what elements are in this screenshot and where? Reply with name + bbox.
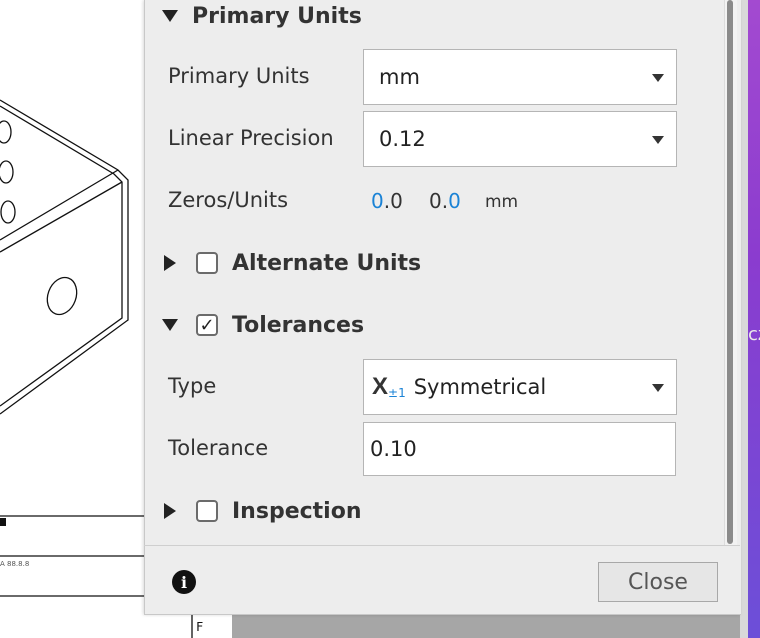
footer-divider [144, 545, 740, 546]
checkmark-icon: ✓ [199, 314, 215, 336]
tolerance-label: Tolerance [168, 436, 269, 460]
expand-triangle-icon[interactable] [162, 10, 178, 22]
close-button[interactable]: Close [598, 562, 718, 602]
units-suffix-toggle[interactable]: mm [485, 192, 518, 212]
symmetrical-tolerance-icon-sub: ±1 [388, 386, 406, 400]
drawing-label-f: F [196, 620, 204, 634]
type-label: Type [168, 374, 217, 398]
section-primary-units[interactable]: Primary Units [162, 2, 362, 30]
linear-precision-value: 0.12 [379, 127, 426, 151]
zeros-units-label: Zeros/Units [168, 188, 289, 212]
linear-precision-select[interactable]: 0.12 [363, 111, 677, 167]
zeros-leading-toggle[interactable]: 0.0 [371, 189, 403, 213]
gray-backdrop [232, 614, 760, 638]
zeros-leading-rest: .0 [383, 189, 403, 213]
zeros-trailing-toggle[interactable]: 0.0 [429, 189, 461, 213]
edge-text: cz [748, 324, 760, 345]
linear-precision-label: Linear Precision [168, 126, 334, 150]
primary-units-select[interactable]: mm [363, 49, 677, 105]
primary-units-value: mm [379, 65, 420, 89]
section-tolerances[interactable]: ✓ Tolerances [162, 310, 364, 340]
tolerance-input[interactable]: 0.10 [363, 422, 676, 476]
section-inspection[interactable]: Inspection [164, 496, 362, 526]
inspection-checkbox[interactable] [196, 500, 218, 522]
section-title: Inspection [232, 498, 362, 524]
tolerance-value: 0.10 [370, 437, 417, 461]
chevron-down-icon [652, 384, 664, 392]
chevron-down-icon [652, 136, 664, 144]
section-title: Alternate Units [232, 250, 422, 276]
info-icon[interactable]: i [172, 570, 196, 594]
zeros-trailing-rest: 0. [429, 189, 449, 213]
symmetrical-tolerance-icon: X [372, 373, 389, 400]
section-title: Primary Units [192, 3, 362, 29]
chevron-down-icon [652, 74, 664, 82]
drawing-small-text: A 88.8.8 [0, 560, 30, 568]
scrollbar-thumb[interactable] [727, 0, 733, 544]
tolerance-type-value: Symmetrical [413, 375, 547, 399]
tolerances-checkbox[interactable]: ✓ [196, 314, 218, 336]
tolerance-type-select[interactable]: X ±1 Symmetrical [363, 359, 677, 415]
alternate-units-checkbox[interactable] [196, 252, 218, 274]
expand-triangle-icon[interactable] [162, 319, 178, 331]
zeros-trailing-highlight: 0 [448, 189, 461, 213]
zeros-leading-highlight: 0 [371, 189, 384, 213]
section-title: Tolerances [232, 312, 365, 338]
collapse-triangle-icon[interactable] [164, 503, 176, 519]
section-alternate-units[interactable]: Alternate Units [164, 248, 421, 278]
window-edge [740, 0, 748, 638]
collapse-triangle-icon[interactable] [164, 255, 176, 271]
primary-units-label: Primary Units [168, 64, 310, 88]
